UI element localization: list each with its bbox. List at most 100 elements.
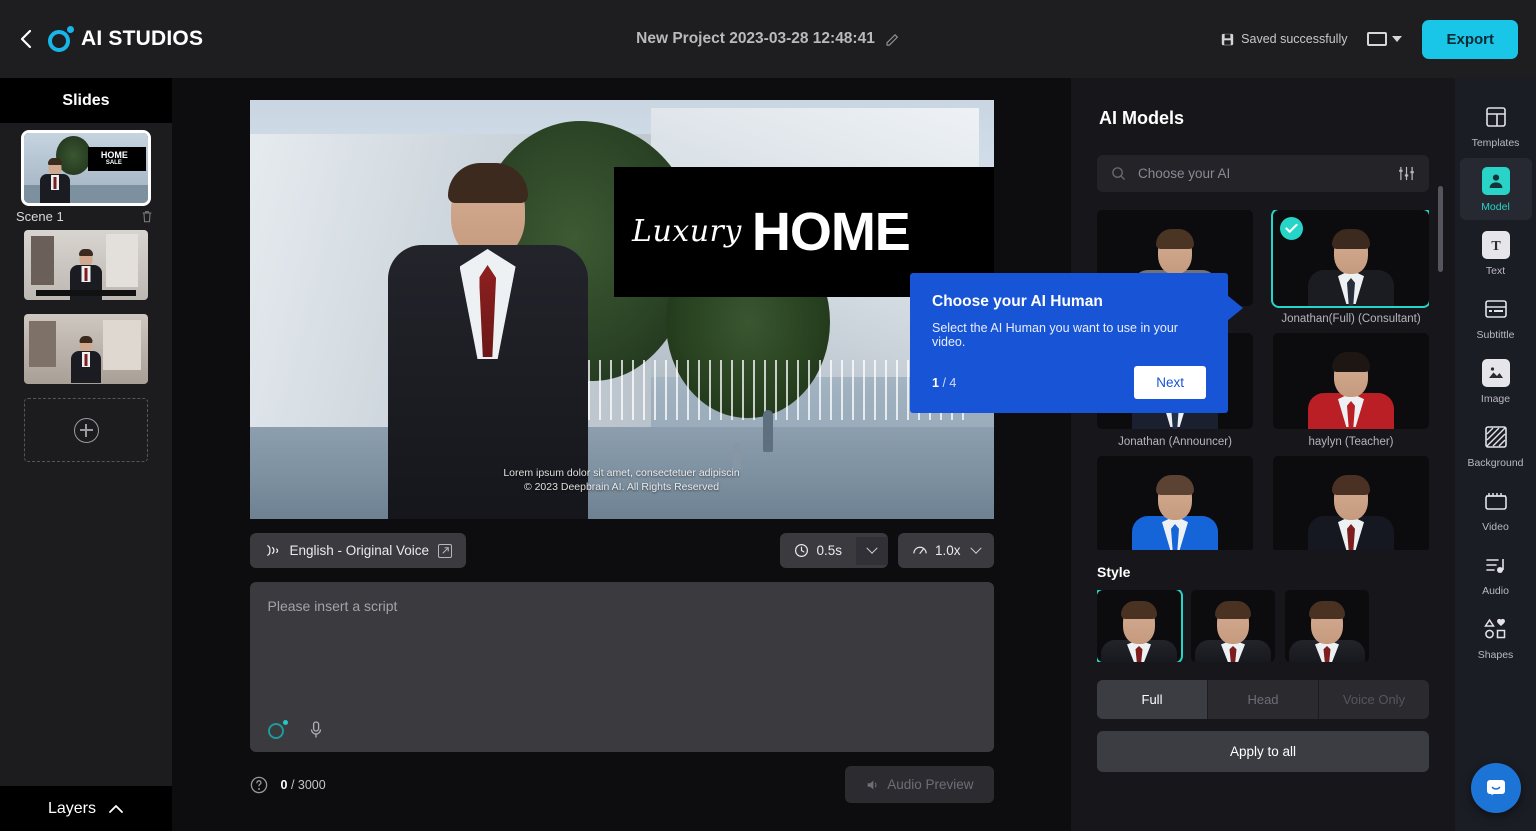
slide-thumbnail-3[interactable] (24, 314, 148, 384)
clock-icon (794, 543, 809, 558)
layers-toggle[interactable]: Layers (0, 786, 172, 831)
model-mode-segmented-control[interactable]: FullHeadVoice Only (1097, 680, 1429, 719)
filter-sliders-icon[interactable] (1398, 166, 1415, 181)
tool-video[interactable]: Video (1460, 478, 1532, 540)
model-card[interactable]: Jonathan(Full) (Consultant) (1273, 210, 1429, 325)
model-hair (1156, 229, 1194, 249)
tool-templates[interactable]: Templates (1460, 94, 1532, 156)
tool-text[interactable]: T Text (1460, 222, 1532, 284)
slides-panel-title: Slides (0, 78, 172, 123)
segment-full[interactable]: Full (1097, 680, 1208, 719)
chevron-left-icon (19, 29, 32, 49)
model-card[interactable]: Lucy (Reporter) (1097, 456, 1253, 550)
project-title-group: New Project 2023-03-28 12:48:41 (636, 30, 900, 48)
speed-value: 1.0x (935, 543, 961, 558)
style-tie (1136, 646, 1143, 662)
search-input[interactable] (1138, 166, 1386, 181)
export-button[interactable]: Export (1422, 20, 1518, 59)
add-slide-button[interactable] (24, 398, 148, 462)
slides-panel: Slides HOME SALE (0, 78, 172, 831)
style-section-title: Style (1097, 564, 1455, 580)
tooltip-next-button[interactable]: Next (1134, 366, 1206, 399)
trash-icon[interactable] (140, 209, 154, 224)
model-name: haylyn (Teacher) (1273, 436, 1429, 448)
pause-duration-value-group[interactable]: 0.5s (780, 533, 856, 568)
script-input-area[interactable]: Please insert a script (250, 582, 994, 752)
model-card[interactable]: Jefferson (Chair Host) (1273, 456, 1429, 550)
style-options[interactable] (1097, 590, 1455, 662)
brand-logo[interactable]: AI STUDIOS (48, 26, 203, 52)
model-hair (1156, 475, 1194, 495)
tool-audio[interactable]: Audio (1460, 542, 1532, 604)
speed-value-group[interactable]: 1.0x (898, 533, 994, 568)
back-button[interactable] (14, 28, 36, 50)
help-circle-icon[interactable] (250, 776, 268, 794)
ai-assist-icon[interactable] (268, 720, 288, 740)
model-thumbnail[interactable] (1273, 456, 1429, 550)
model-thumbnail[interactable] (1273, 210, 1429, 306)
slides-list[interactable]: HOME SALE Scene 1 (0, 123, 172, 786)
plus-circle-icon (74, 418, 99, 443)
tool-label: Audio (1482, 585, 1509, 597)
banner-script-text: Luxury (632, 214, 742, 249)
chevron-down-icon (866, 542, 877, 553)
voice-selector[interactable]: English - Original Voice (250, 533, 467, 568)
script-tools (268, 720, 324, 740)
right-tool-rail: TemplatesModel T Text SubtittleImage Backgro… (1455, 78, 1536, 831)
page-title: New Project 2023-03-28 12:48:41 (636, 30, 875, 48)
app-header: AI STUDIOS New Project 2023-03-28 12:48:… (0, 0, 1536, 78)
audio-note-icon (1482, 551, 1510, 579)
video-canvas[interactable]: Luxury HOME Lorem ipsum dolor sit amet, … (250, 100, 994, 519)
header-left: AI STUDIOS (14, 26, 203, 52)
scene-row-1: Scene 1 (12, 209, 160, 230)
tool-label: Background (1467, 457, 1523, 469)
slide-thumbnail-2[interactable] (24, 230, 148, 300)
apply-to-all-button[interactable]: Apply to all (1097, 731, 1429, 772)
models-grid-scrollbar[interactable] (1438, 186, 1443, 272)
check-icon (1280, 217, 1303, 240)
tooltip-footer: 1 / 4 Next (932, 366, 1206, 399)
shapes-icon (1482, 615, 1510, 643)
tooltip-step-current: 1 (932, 376, 939, 390)
segment-head[interactable]: Head (1208, 680, 1319, 719)
style-thumbnail[interactable] (1097, 590, 1181, 662)
external-link-icon[interactable] (438, 544, 452, 558)
slide-thumbnail-1[interactable]: HOME SALE (24, 133, 148, 203)
style-thumbnail[interactable] (1191, 590, 1275, 662)
video-clapper-icon (1482, 487, 1510, 515)
script-footer: 0 / 3000 Audio Preview (250, 766, 994, 803)
tool-background[interactable]: Background (1460, 414, 1532, 476)
model-thumbnail[interactable] (1273, 333, 1429, 429)
aspect-ratio-dropdown[interactable] (1367, 32, 1402, 46)
tooltip-title: Choose your AI Human (932, 293, 1206, 311)
tool-shapes[interactable]: Shapes (1460, 606, 1532, 668)
microphone-icon[interactable] (308, 720, 324, 740)
style-tie (1230, 646, 1237, 662)
model-hair (1332, 229, 1370, 249)
model-thumbnail[interactable] (1097, 456, 1253, 550)
speed-control[interactable]: 1.0x (898, 533, 994, 568)
pause-duration-control[interactable]: 0.5s (780, 533, 888, 568)
chat-support-button[interactable] (1471, 763, 1521, 813)
audio-preview-label: Audio Preview (887, 777, 973, 792)
tool-label: Text (1486, 265, 1505, 277)
tool-image[interactable]: Image (1460, 350, 1532, 412)
tool-subtittle[interactable]: Subtittle (1460, 286, 1532, 348)
background-hatch-icon (1482, 423, 1510, 451)
voice-wave-icon (264, 543, 281, 558)
character-counter: 0 / 3000 (281, 778, 326, 792)
pause-duration-value: 0.5s (816, 543, 842, 558)
pause-duration-dropdown[interactable] (856, 537, 888, 565)
audio-preview-button[interactable]: Audio Preview (845, 766, 993, 803)
edit-pencil-icon[interactable] (885, 32, 900, 47)
style-hair (1121, 601, 1157, 619)
character-count-limit: / 3000 (291, 778, 326, 792)
model-name: Jonathan (Announcer) (1097, 436, 1253, 448)
style-thumbnail[interactable] (1285, 590, 1369, 662)
text-t-icon: T (1482, 231, 1510, 259)
tool-model[interactable]: Model (1460, 158, 1532, 220)
model-card[interactable]: haylyn (Teacher) (1273, 333, 1429, 448)
tooltip-description: Select the AI Human you want to use in y… (932, 321, 1206, 349)
ai-search-bar[interactable] (1097, 155, 1429, 192)
status-badge: Saved successfully (1221, 32, 1347, 46)
